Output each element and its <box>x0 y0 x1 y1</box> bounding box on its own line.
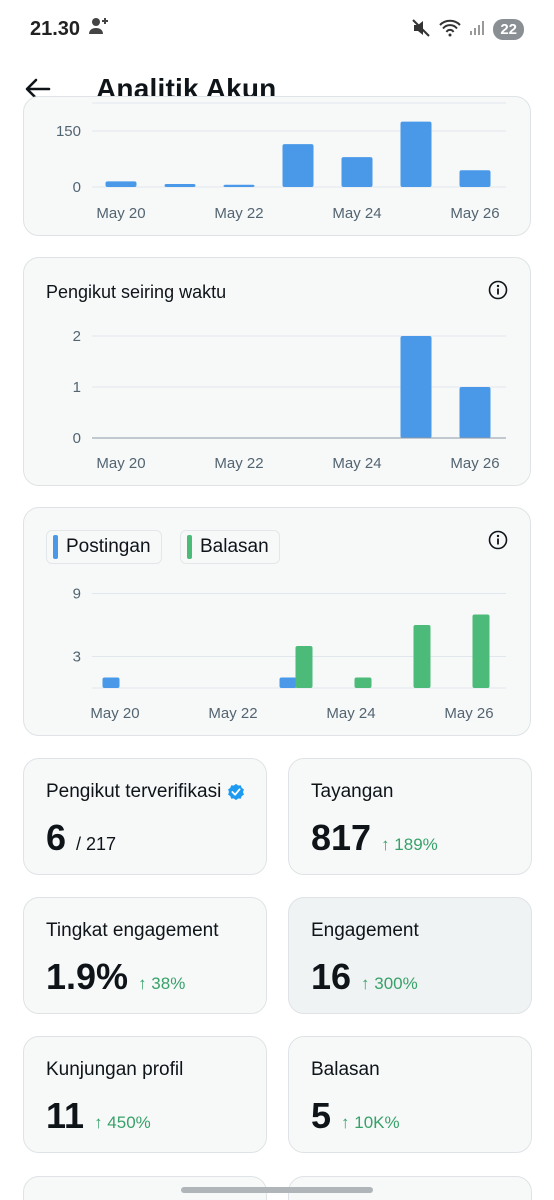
x-tick-label: May 24 <box>332 455 381 472</box>
y-tick-label: 9 <box>73 586 81 603</box>
y-tick-label: 0 <box>73 430 81 447</box>
chart-bar <box>400 336 432 438</box>
stat-value: 16 <box>311 956 352 997</box>
followers-chart: 0 1 2 May 20 May 22 May 24 May 26 <box>73 328 506 472</box>
stat-replies[interactable]: Balasan 5 ↑ 10K% <box>288 1036 532 1153</box>
chart-bar <box>164 184 196 187</box>
posts-chart-card: Postingan Balasan 3 9 May 20 May 22 May 24 Ma… <box>23 507 531 736</box>
stat-engagements[interactable]: Engagement 16 ↑ 300% <box>288 897 532 1014</box>
x-tick-label: May 26 <box>450 455 499 472</box>
followers-chart-card: Pengikut seiring waktu 0 1 2 May 20 May 22 Ma… <box>23 257 531 486</box>
stat-value: 5 <box>311 1095 332 1136</box>
chart-bar <box>223 184 255 187</box>
stat-value: 11 <box>46 1095 85 1136</box>
stat-engagement-rate[interactable]: Tingkat engagement 1.9% ↑ 38% <box>23 897 267 1014</box>
stat-label: Engagement <box>311 920 419 941</box>
stat-change: ↑ 189% <box>381 835 438 854</box>
x-tick-label: May 26 <box>444 705 493 722</box>
stat-label: Pengikut terverifikasi <box>46 781 222 802</box>
stat-profile-visits[interactable]: Kunjungan profil 11 ↑ 450% <box>23 1036 267 1153</box>
status-bar: 21.30 22 <box>0 0 554 58</box>
x-tick-label: May 20 <box>96 455 145 472</box>
verified-badge-icon <box>228 783 245 801</box>
stat-label: Balasan <box>311 1059 380 1080</box>
chart-bar <box>341 157 373 187</box>
chart-bar <box>102 677 120 688</box>
stat-change: ↑ 300% <box>361 974 418 993</box>
chart-bar <box>295 646 313 688</box>
x-tick-label: May 26 <box>450 205 499 222</box>
chart-bar <box>472 614 490 688</box>
x-tick-label: May 24 <box>326 705 375 722</box>
signal-icon <box>469 20 485 39</box>
x-tick-label: May 22 <box>214 455 263 472</box>
y-tick-label: 3 <box>73 649 81 666</box>
wifi-icon <box>439 19 462 40</box>
x-tick-label: May 20 <box>90 705 139 722</box>
stat-change: ↑ 10K% <box>341 1113 400 1132</box>
x-tick-label: May 22 <box>214 205 263 222</box>
engagement-chart: 0 150 May 20 May 22 May 24 May 26 <box>56 102 506 222</box>
battery-indicator: 22 <box>493 18 524 40</box>
chart-bar <box>282 144 314 187</box>
x-tick-label: May 24 <box>332 205 381 222</box>
stat-impressions[interactable]: Tayangan 817 ↑ 189% <box>288 758 532 875</box>
y-tick-label: 0 <box>73 179 81 196</box>
stat-verified-followers[interactable]: Pengikut terverifikasi 6 / 217 <box>23 758 267 875</box>
chart-bar <box>459 170 491 187</box>
stat-label: Kunjungan profil <box>46 1059 184 1080</box>
posts-replies-chart: 3 9 May 20 May 22 May 24 May 26 <box>73 586 506 722</box>
mute-icon <box>411 18 431 41</box>
chart-bar <box>279 677 297 688</box>
x-tick-label: May 22 <box>208 705 257 722</box>
stat-value: 1.9% <box>46 956 129 997</box>
y-tick-label: 1 <box>73 379 81 396</box>
chart-bar <box>105 181 137 187</box>
chart-bar <box>413 625 431 688</box>
add-contact-icon <box>88 16 110 42</box>
stat-change: ↑ 450% <box>94 1113 151 1132</box>
stat-value: 817 <box>311 817 372 858</box>
stat-label: Tingkat engagement <box>46 920 219 941</box>
y-tick-label: 150 <box>56 123 81 140</box>
status-time: 21.30 <box>30 17 81 40</box>
chart-bar <box>400 121 432 187</box>
chart-bar <box>354 677 372 688</box>
y-tick-label: 2 <box>73 328 81 345</box>
stat-value: 6 <box>46 817 67 858</box>
stat-change: ↑ 38% <box>138 974 186 993</box>
engagement-chart-card: 0 150 May 20 May 22 May 24 May 26 <box>23 96 531 236</box>
x-tick-label: May 20 <box>96 205 145 222</box>
chart-bar <box>459 387 491 438</box>
home-indicator[interactable] <box>181 1187 373 1193</box>
stat-label: Tayangan <box>311 781 394 802</box>
stat-total: / 217 <box>76 834 117 854</box>
